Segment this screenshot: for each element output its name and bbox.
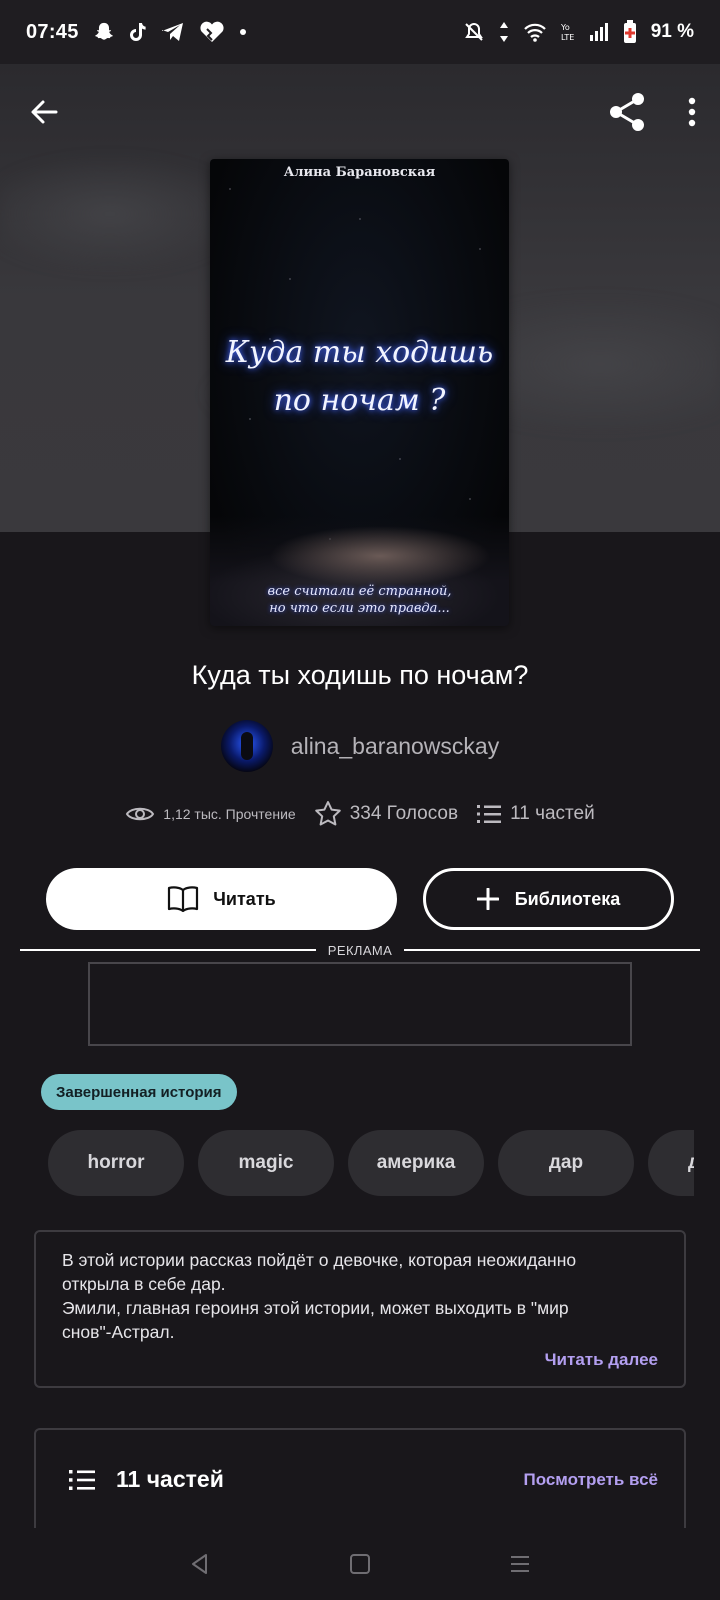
author-row[interactable]: alina_baranowsckay bbox=[0, 720, 720, 772]
parts-title: 11 частей bbox=[116, 1466, 224, 1492]
status-time: 07:45 bbox=[26, 20, 79, 43]
system-nav-bar bbox=[0, 1528, 720, 1600]
cover-title-line2: по ночам ? bbox=[273, 383, 446, 418]
back-arrow-icon bbox=[31, 100, 58, 124]
stat-reads: 1,12 тыс. Прочтение bbox=[125, 804, 296, 824]
parts-section: 11 частей Посмотреть всё bbox=[34, 1428, 686, 1538]
status-bar-right: Yo LTE 91 % bbox=[463, 20, 694, 44]
read-button[interactable]: Читать bbox=[46, 868, 397, 930]
tiktok-icon bbox=[129, 22, 147, 42]
more-options-button[interactable] bbox=[688, 97, 696, 127]
wifi-icon bbox=[523, 22, 547, 42]
action-buttons: Читать Библиотека bbox=[46, 868, 674, 930]
book-cover[interactable]: Алина Барановская Куда ты ходишь по ноча… bbox=[210, 159, 509, 626]
cover-tagline-line2: но что если это правда... bbox=[269, 601, 450, 617]
add-to-library-button[interactable]: Библиотека bbox=[423, 868, 674, 930]
description-text: В этой истории рассказ пойдёт о девочке,… bbox=[62, 1248, 658, 1344]
ad-placeholder[interactable] bbox=[88, 962, 632, 1046]
description-line: В этой истории рассказ пойдёт о девочке,… bbox=[62, 1250, 577, 1270]
open-book-icon bbox=[168, 886, 199, 913]
square-home-icon bbox=[350, 1554, 370, 1574]
cover-title: Куда ты ходишь по ночам ? bbox=[210, 329, 509, 425]
heart-icon bbox=[199, 21, 225, 43]
cover-tagline-line1: все считали её странной, bbox=[267, 583, 452, 599]
volte-icon: Yo LTE bbox=[561, 22, 575, 42]
stats-row: 1,12 тыс. Прочтение 334 Голосов 11 часте… bbox=[0, 800, 720, 828]
tags-row[interactable]: horror magic америка дар де bbox=[48, 1130, 694, 1196]
list-icon bbox=[477, 805, 502, 823]
dot-icon bbox=[239, 28, 247, 36]
tag-chip[interactable]: де bbox=[648, 1130, 694, 1196]
tag-chip[interactable]: magic bbox=[198, 1130, 334, 1196]
svg-text:LTE: LTE bbox=[561, 33, 574, 42]
library-button-label: Библиотека bbox=[514, 888, 621, 909]
battery-icon bbox=[623, 20, 637, 44]
star-icon bbox=[314, 801, 341, 826]
eye-icon bbox=[126, 807, 155, 821]
mute-icon bbox=[463, 21, 485, 43]
cover-author: Алина Барановская bbox=[283, 165, 436, 180]
back-button[interactable] bbox=[28, 96, 60, 128]
menu-lines-icon bbox=[511, 1556, 529, 1572]
read-button-label: Читать bbox=[213, 888, 276, 909]
author-name[interactable]: alina_baranowsckay bbox=[291, 733, 499, 760]
reads-count: 1,12 тыс. Прочтение bbox=[163, 806, 296, 822]
cover-title-line1: Куда ты ходишь bbox=[225, 335, 494, 370]
tag-chip[interactable]: дар bbox=[498, 1130, 634, 1196]
stat-parts: 11 частей bbox=[476, 803, 595, 825]
top-bar bbox=[0, 64, 720, 160]
nav-home-button[interactable] bbox=[348, 1552, 372, 1576]
parts-header: 11 частей bbox=[68, 1466, 224, 1493]
more-vertical-icon bbox=[688, 97, 696, 127]
top-bar-actions bbox=[606, 91, 696, 133]
avatar[interactable] bbox=[220, 720, 273, 772]
plus-icon bbox=[476, 888, 499, 910]
ad-line-left bbox=[20, 949, 316, 951]
status-bar-left: 07:45 bbox=[26, 21, 247, 44]
telegram-icon bbox=[161, 22, 185, 42]
completed-status-badge: Завершенная история bbox=[41, 1074, 237, 1110]
stat-votes: 334 Голосов bbox=[314, 800, 458, 828]
tag-chip[interactable]: horror bbox=[48, 1130, 184, 1196]
cover-tagline: все считали её странной, но что если это… bbox=[210, 583, 509, 618]
nav-recents-button[interactable] bbox=[508, 1552, 532, 1576]
signal-icon bbox=[589, 22, 609, 42]
data-arrows-icon bbox=[499, 21, 509, 43]
parts-count: 11 частей bbox=[510, 803, 595, 824]
description-card[interactable]: В этой истории рассказ пойдёт о девочке,… bbox=[34, 1230, 686, 1388]
snapchat-icon bbox=[93, 21, 115, 43]
votes-count: 334 Голосов bbox=[349, 803, 459, 824]
triangle-back-icon bbox=[192, 1554, 207, 1574]
see-all-link[interactable]: Посмотреть всё bbox=[523, 1470, 658, 1490]
description-line: открыла в себе дар. bbox=[62, 1274, 226, 1294]
description-line: снов"-Астрал. bbox=[62, 1322, 175, 1342]
ad-label: РЕКЛАМА bbox=[327, 942, 393, 958]
battery-percent: 91 % bbox=[650, 21, 694, 42]
tag-chip[interactable]: америка bbox=[348, 1130, 484, 1196]
story-title: Куда ты ходишь по ночам? bbox=[191, 660, 529, 690]
ad-divider: РЕКЛАМА bbox=[20, 940, 701, 960]
description-line: Эмили, главная героиня этой истории, мож… bbox=[62, 1298, 569, 1318]
read-more-link[interactable]: Читать далее bbox=[545, 1350, 658, 1370]
ad-line-right bbox=[404, 949, 701, 951]
share-icon bbox=[610, 93, 644, 131]
status-bar: 07:45 Yo LTE 91 % bbox=[0, 0, 720, 64]
svg-text:Yo: Yo bbox=[561, 23, 570, 32]
nav-back-button[interactable] bbox=[188, 1552, 212, 1576]
list-icon bbox=[69, 1469, 95, 1490]
share-button[interactable] bbox=[606, 91, 648, 133]
